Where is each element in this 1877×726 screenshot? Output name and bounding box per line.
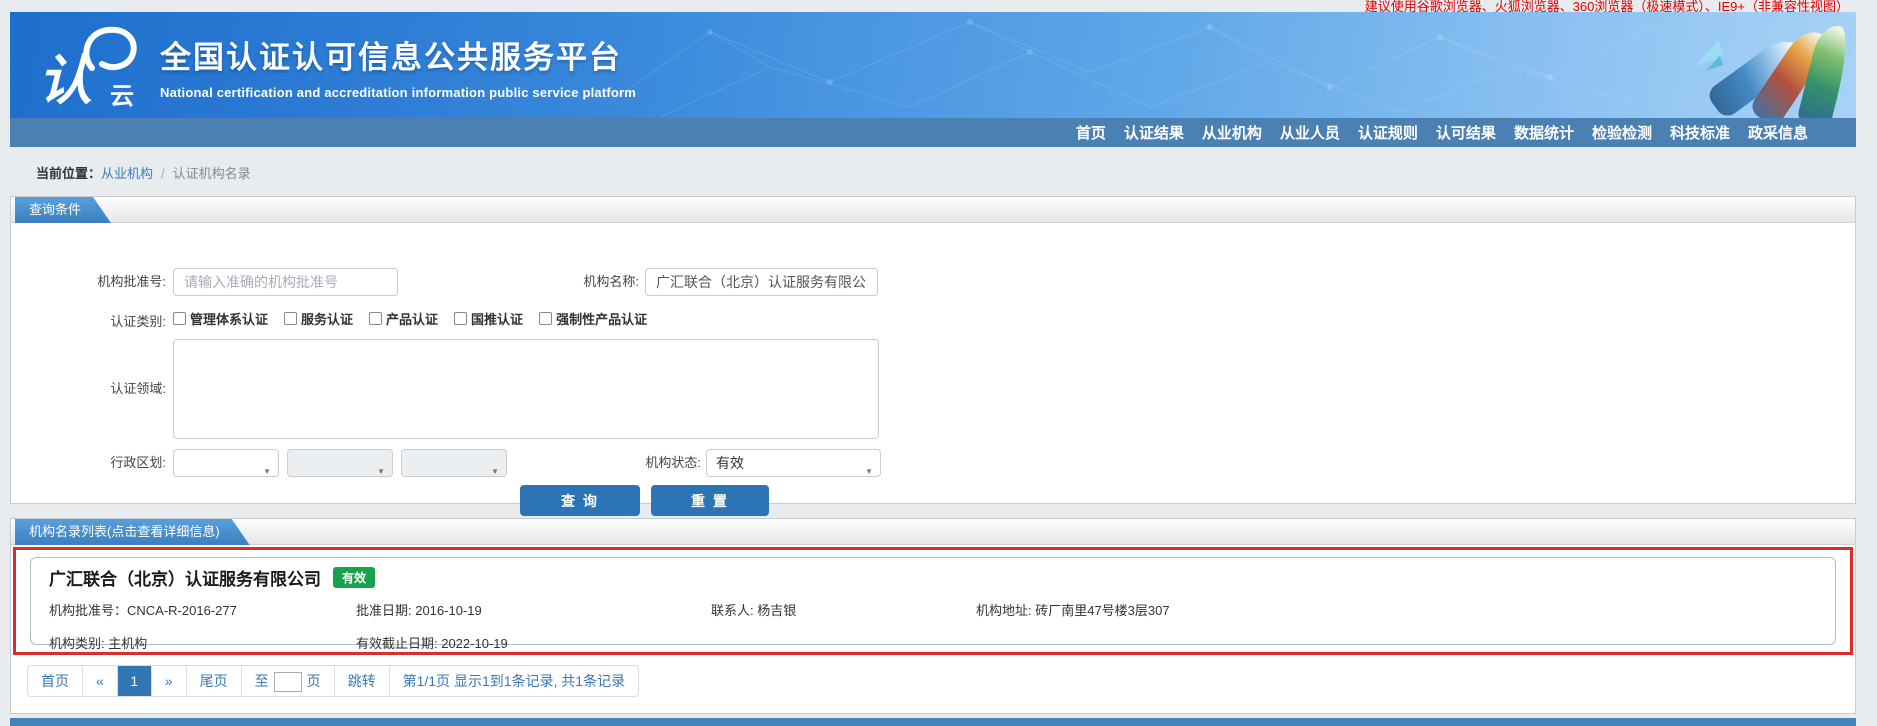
chevron-down-icon: ▼ (491, 467, 499, 476)
checkbox-icon[interactable] (284, 312, 298, 325)
cert-category-group: 管理体系认证 服务认证 产品认证 国推认证 强制性产品认证 (173, 309, 647, 328)
nav-item-home[interactable]: 首页 (1076, 122, 1106, 143)
result-highlight-box: 广汇联合（北京）认证服务有限公司 有效 机构批准号：CNCA-R-2016-27… (13, 547, 1853, 655)
query-panel-header: 查询条件 (11, 197, 1855, 223)
district-select[interactable]: ▼ (401, 449, 507, 477)
search-button[interactable]: 查 询 (520, 485, 640, 516)
result-field-agency-type: 机构类别: 主机构 (49, 636, 148, 651)
cert-category-label: 认证类别: (110, 314, 166, 329)
results-panel: 机构名录列表(点击查看详细信息) 广汇联合（北京）认证服务有限公司 有效 机构批… (10, 518, 1856, 714)
pagination-last[interactable]: 尾页 (187, 666, 242, 696)
pagination-prev[interactable]: « (83, 666, 118, 696)
nav-item-inspection[interactable]: 检验检测 (1592, 122, 1652, 143)
result-field-approval-number: 机构批准号：CNCA-R-2016-277 (49, 603, 237, 618)
nav-item-tech-standards[interactable]: 科技标准 (1670, 122, 1730, 143)
results-panel-header: 机构名录列表(点击查看详细信息) (11, 519, 1855, 545)
chevron-down-icon: ▼ (865, 467, 873, 476)
nav-item-personnel[interactable]: 从业人员 (1280, 122, 1340, 143)
nav-item-accreditation-results[interactable]: 认可结果 (1436, 122, 1496, 143)
tab-results-list[interactable]: 机构名录列表(点击查看详细信息) (15, 519, 250, 545)
site-title: 全国认证认可信息公共服务平台 (160, 40, 622, 75)
nav-item-procurement-info[interactable]: 政采信息 (1748, 122, 1808, 143)
checkbox-service-cert[interactable]: 服务认证 (284, 309, 353, 328)
site-logo[interactable]: 认 云 (38, 22, 156, 111)
logo-cloud-glyph: 云 (110, 83, 134, 110)
chevron-down-icon: ▼ (377, 467, 385, 476)
checkbox-icon[interactable] (369, 312, 383, 325)
query-form: 机构批准号: 机构名称: 认证类别: 管理体系认证 服务认证 产品认证 国推认证… (11, 223, 1855, 516)
agency-status-select[interactable]: 有效 ▼ (706, 449, 881, 477)
breadcrumb-separator: / (161, 166, 165, 181)
region-label: 行政区划: (110, 455, 166, 470)
reset-button[interactable]: 重 置 (651, 485, 769, 516)
pagination-info: 第1/1页 显示1到1条记录, 共1条记录 (402, 673, 626, 689)
pagination-next[interactable]: » (152, 666, 187, 696)
province-select[interactable]: ▼ (173, 449, 279, 477)
breadcrumb: 当前位置：从业机构 / 认证机构名录 (10, 147, 1856, 196)
breadcrumb-current: 认证机构名录 (172, 166, 251, 181)
result-field-address: 机构地址: 砖厂南里47号楼3层307 (976, 603, 1170, 618)
query-panel: 查询条件 机构批准号: 机构名称: 认证类别: 管理体系认证 服务认证 产品认证… (10, 196, 1856, 516)
nav-item-cert-rules[interactable]: 认证规则 (1358, 122, 1418, 143)
pagination-page-1[interactable]: 1 (117, 666, 152, 696)
city-select[interactable]: ▼ (287, 449, 393, 477)
result-field-expiry-date: 有效截止日期: 2022-10-19 (356, 636, 508, 651)
approval-number-input[interactable] (173, 268, 398, 296)
cert-field-textarea[interactable] (173, 339, 879, 439)
logo-swoosh-icon (83, 26, 137, 71)
approval-number-label: 机构批准号: (97, 274, 166, 289)
checkbox-icon[interactable] (173, 312, 186, 325)
page-container: 认 云 全国认证认可信息公共服务平台 National certificatio… (10, 12, 1856, 714)
chevron-down-icon: ▼ (263, 467, 271, 476)
nav-item-cert-results[interactable]: 认证结果 (1124, 122, 1184, 143)
nav-item-data-statistics[interactable]: 数据统计 (1514, 122, 1574, 143)
agency-status-label: 机构状态: (645, 455, 701, 470)
checkbox-national-cert[interactable]: 国推认证 (454, 309, 523, 328)
breadcrumb-link-agencies[interactable]: 从业机构 (101, 166, 153, 181)
pagination-goto: 至页 (242, 666, 335, 696)
checkbox-product-cert[interactable]: 产品认证 (369, 309, 438, 328)
cert-field-label: 认证领域: (110, 381, 166, 396)
checkbox-icon[interactable] (539, 312, 553, 325)
status-badge: 有效 (333, 567, 376, 588)
header-collage-graphic (1674, 18, 1855, 118)
nav-item-agencies[interactable]: 从业机构 (1202, 122, 1262, 143)
site-subtitle: National certification and accreditation… (160, 85, 637, 100)
result-field-approval-date: 批准日期: 2016-10-19 (356, 603, 482, 618)
footer-bar (10, 718, 1856, 726)
agency-name-label: 机构名称: (583, 274, 639, 289)
pagination-jump-button[interactable]: 跳转 (335, 666, 390, 696)
main-nav: 首页 认证结果 从业机构 从业人员 认证规则 认可结果 数据统计 检验检测 科技… (10, 118, 1856, 147)
agency-status-value: 有效 (716, 455, 744, 471)
checkbox-compulsory-product-cert[interactable]: 强制性产品认证 (539, 309, 647, 328)
agency-name-input[interactable] (645, 268, 878, 296)
result-field-contact: 联系人: 杨吉银 (711, 603, 797, 618)
site-header: 认 云 全国认证认可信息公共服务平台 National certificatio… (10, 12, 1856, 118)
result-agency-name[interactable]: 广汇联合（北京）认证服务有限公司 (49, 565, 321, 590)
tab-query-conditions[interactable]: 查询条件 (15, 197, 111, 223)
browser-notice: 建议使用谷歌浏览器、火狐浏览器、360浏览器（极速模式）、IE9+（非兼容性视图… (1364, 0, 1849, 12)
checkbox-icon[interactable] (454, 312, 468, 325)
result-card[interactable]: 广汇联合（北京）认证服务有限公司 有效 机构批准号：CNCA-R-2016-27… (30, 557, 1836, 651)
breadcrumb-label: 当前位置： (36, 166, 102, 181)
goto-page-input[interactable] (273, 672, 302, 693)
checkbox-management-system[interactable]: 管理体系认证 (173, 309, 268, 328)
pagination: 首页 « 1 » 尾页 至页 跳转 第1/1页 显示1到1条记录, 共1条记录 (27, 665, 640, 697)
pagination-first[interactable]: 首页 (28, 666, 83, 696)
